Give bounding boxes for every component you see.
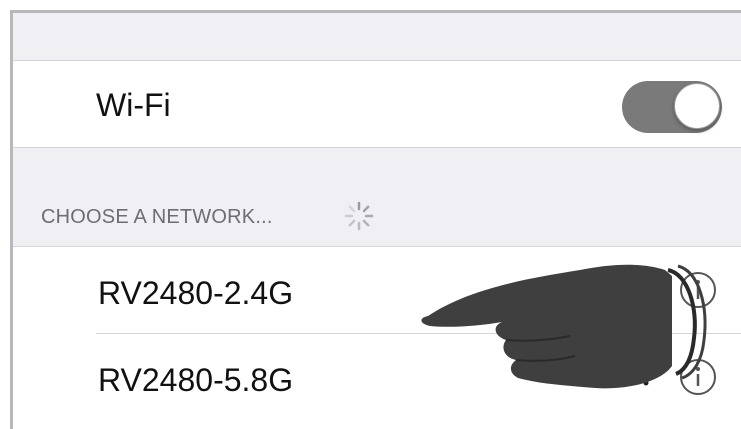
network-section-header-area: CHOOSE A NETWORK... (13, 148, 741, 247)
wifi-toggle-row: Wi-Fi (13, 61, 741, 148)
screenshot-frame: Wi-Fi CHOOSE A NETWORK... RV2480-2.4G RV… (0, 0, 741, 429)
network-list: RV2480-2.4G RV2480-5.8G (13, 247, 741, 429)
top-spacer (13, 13, 741, 61)
wifi-settings-screen: Wi-Fi CHOOSE A NETWORK... RV2480-2.4G RV… (10, 10, 741, 429)
wifi-label: Wi-Fi (96, 87, 171, 123)
activity-spinner-icon (344, 201, 374, 231)
section-header: CHOOSE A NETWORK... (41, 206, 273, 228)
network-name: RV2480-5.8G (98, 362, 294, 398)
toggle-knob (674, 83, 720, 129)
info-icon[interactable] (678, 270, 718, 310)
network-name: RV2480-2.4G (98, 275, 294, 311)
network-row[interactable]: RV2480-2.4G (13, 247, 741, 334)
wifi-signal-icon (633, 366, 659, 386)
network-row[interactable]: RV2480-5.8G (13, 334, 741, 420)
info-icon[interactable] (678, 357, 718, 397)
wifi-toggle[interactable] (622, 81, 722, 133)
